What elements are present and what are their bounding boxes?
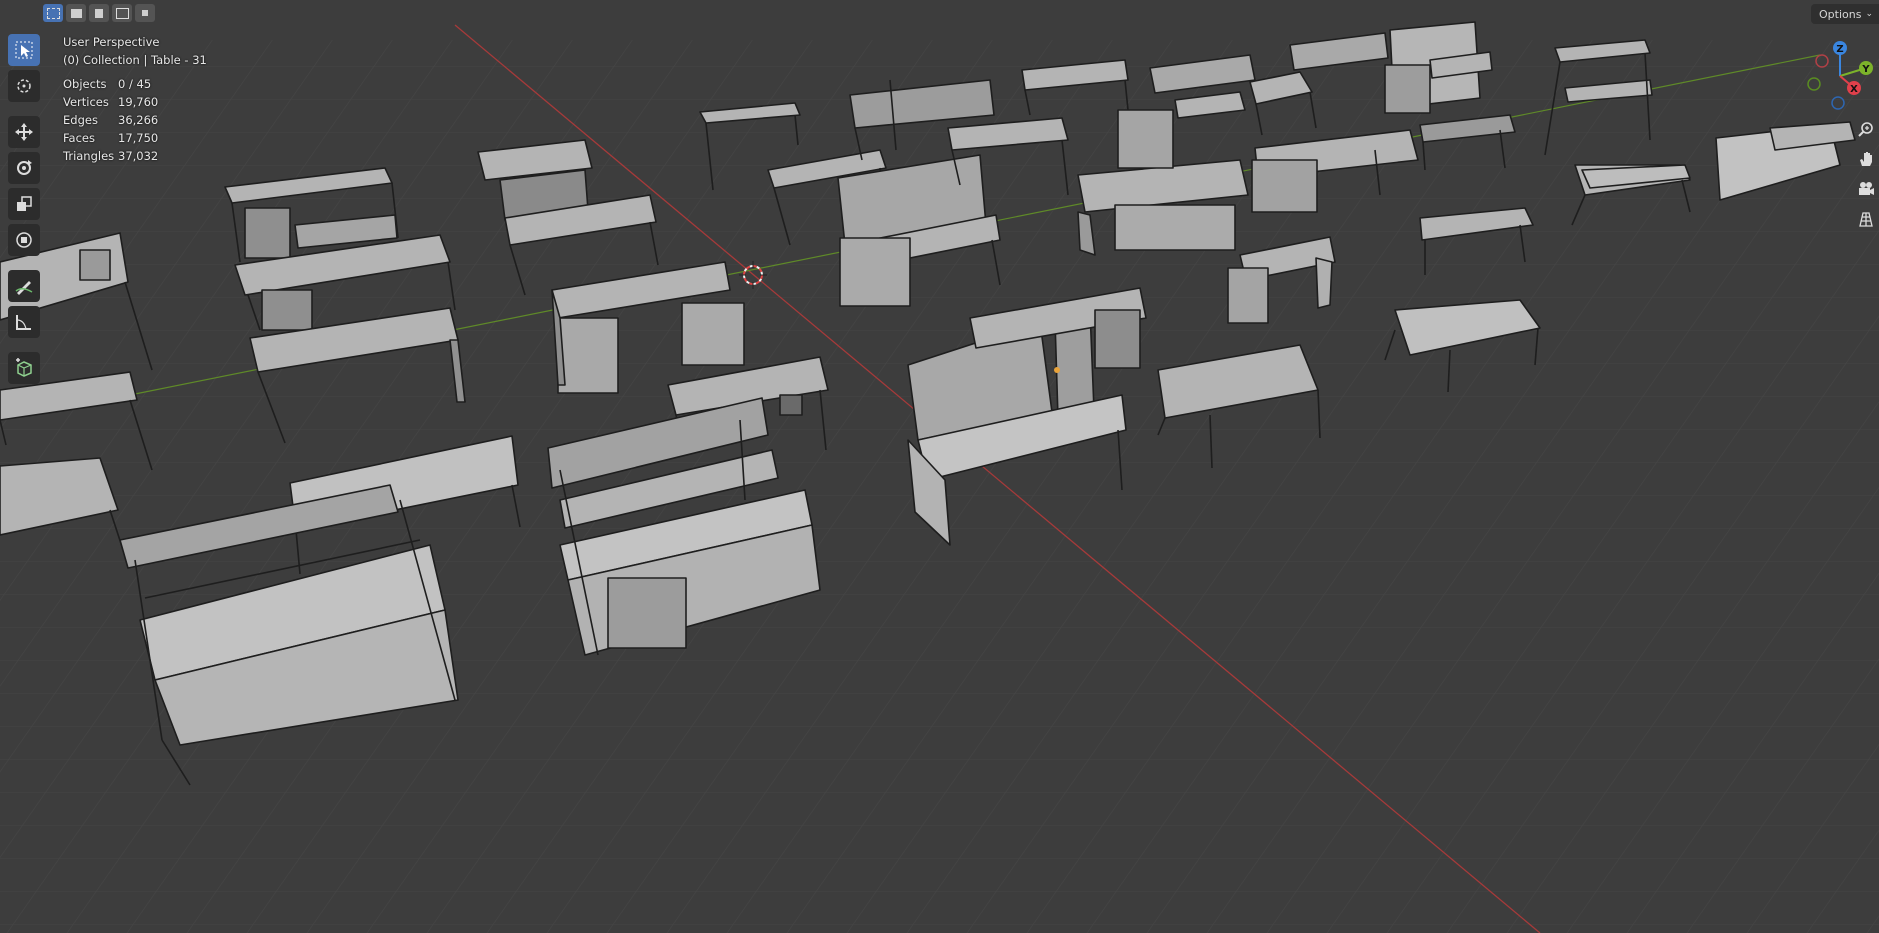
view-name: User Perspective (63, 35, 160, 49)
gizmo-y-label: Y (1861, 64, 1870, 75)
collection-line: (0) Collection | Table - 31 (63, 53, 207, 67)
options-dropdown[interactable]: Options ⌄ (1811, 4, 1879, 24)
navigation-gizmo[interactable]: Z Y X (1800, 36, 1879, 116)
stat-row: Vertices 19,760 (63, 95, 159, 109)
navigation-buttons (1854, 116, 1878, 232)
transform-icon[interactable] (8, 224, 40, 256)
select-box-extend-icon[interactable] (66, 4, 86, 22)
stat-row: Faces 17,750 (63, 131, 159, 145)
3d-viewport[interactable] (0, 0, 1879, 933)
select-box-invert-icon[interactable] (112, 4, 132, 22)
gizmo-x-label: X (1850, 84, 1858, 95)
move-icon[interactable] (8, 116, 40, 148)
scene-statistics: Objects 0 / 45 Vertices 19,760 Edges 36,266… (63, 75, 207, 165)
add-cube-icon[interactable] (8, 352, 40, 384)
options-label: Options (1819, 7, 1862, 21)
stat-row: Objects 0 / 45 (63, 77, 152, 91)
chevron-down-icon: ⌄ (1865, 9, 1873, 19)
annotate-icon[interactable] (8, 270, 40, 302)
measure-icon[interactable] (8, 306, 40, 338)
stat-row: Triangles 37,032 (63, 149, 159, 163)
viewport-info-overlay: User Perspective (0) Collection | Table … (63, 33, 207, 165)
select-box-subtract-icon[interactable] (89, 4, 109, 22)
select-box-intersect-icon[interactable] (135, 4, 155, 22)
tool-shelf (8, 34, 44, 384)
gizmo-z-label: Z (1836, 44, 1843, 55)
scale-icon[interactable] (8, 188, 40, 220)
select-box-icon[interactable] (8, 34, 40, 66)
stat-row: Edges 36,266 (63, 113, 159, 127)
select-box-new-icon[interactable] (43, 4, 63, 22)
select-mode-group (43, 4, 155, 24)
grid-view-icon[interactable] (1854, 206, 1878, 232)
rotate-icon[interactable] (8, 152, 40, 184)
cursor-icon[interactable] (8, 70, 40, 102)
zoom-icon[interactable] (1854, 116, 1878, 142)
camera-icon[interactable] (1854, 176, 1878, 202)
pan-hand-icon[interactable] (1854, 146, 1878, 172)
